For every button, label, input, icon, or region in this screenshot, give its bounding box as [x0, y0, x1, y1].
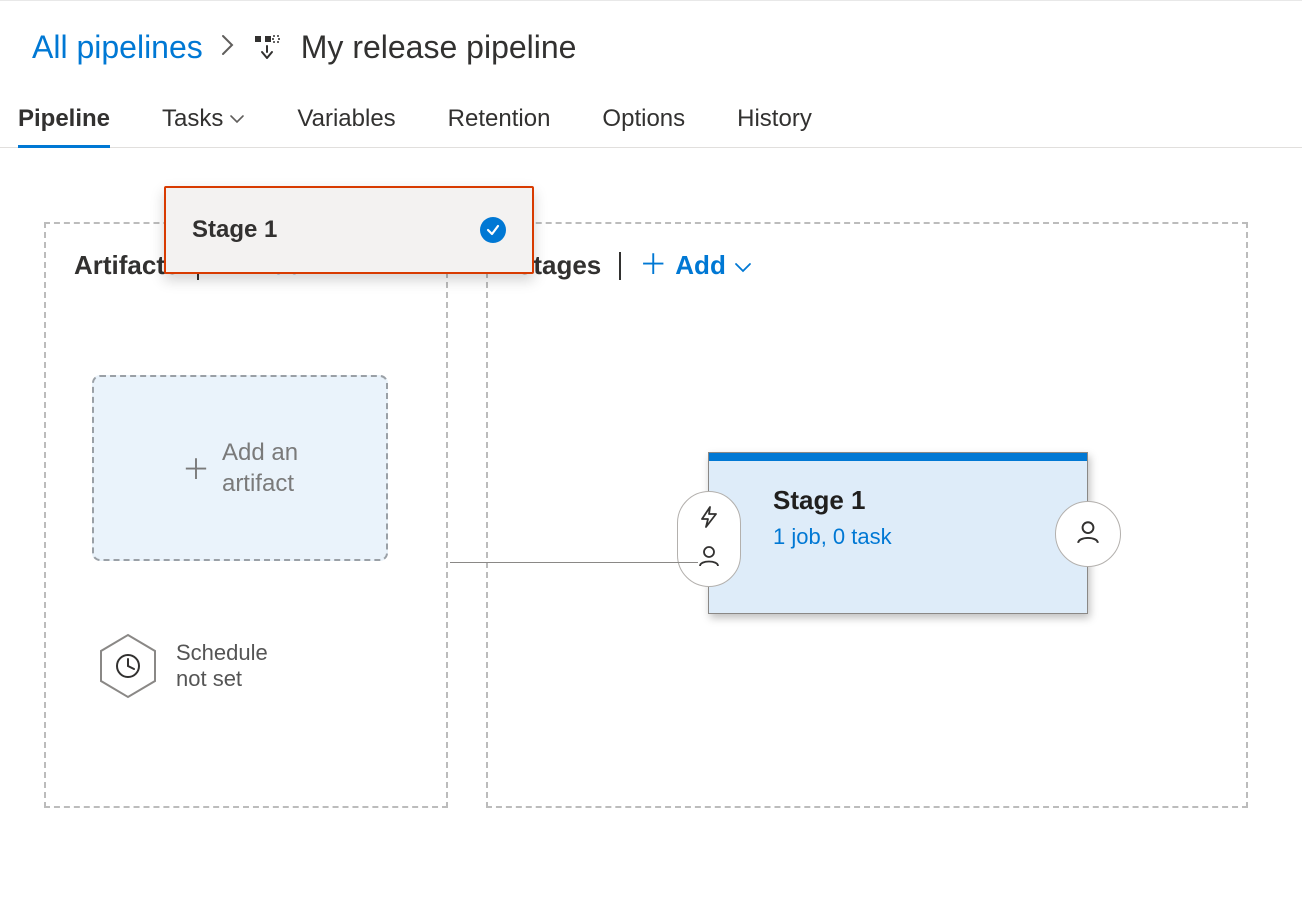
breadcrumb: All pipelines My release pipeline	[0, 0, 1302, 90]
tab-tasks[interactable]: Tasks	[162, 90, 245, 147]
tasks-dropdown-stage-label: Stage 1	[192, 216, 277, 244]
add-stage-link[interactable]: ＋ Add	[639, 250, 752, 281]
stages-panel: Stages ＋ Add Stage 1 1 job, 0 task	[486, 222, 1248, 808]
tab-variables[interactable]: Variables	[297, 90, 395, 147]
stage-card[interactable]: Stage 1 1 job, 0 task	[708, 452, 1088, 614]
page-title: My release pipeline	[301, 29, 577, 66]
person-icon	[1075, 519, 1101, 550]
connector-line	[450, 562, 698, 563]
add-stage-label: Add	[675, 250, 726, 281]
schedule-line2: not set	[176, 666, 268, 692]
tab-history[interactable]: History	[737, 90, 812, 147]
tab-pipeline[interactable]: Pipeline	[18, 90, 110, 147]
add-artifact-text: Add an artifact	[222, 437, 298, 499]
stage-name: Stage 1	[773, 485, 1063, 516]
checkmark-circle-icon	[480, 217, 506, 243]
pre-deployment-conditions-button[interactable]	[677, 491, 741, 587]
chevron-right-icon	[221, 34, 235, 62]
release-pipeline-icon	[253, 34, 281, 62]
tab-tasks-label: Tasks	[162, 105, 223, 133]
add-artifact-line2: artifact	[222, 468, 298, 499]
plus-icon: ＋	[639, 257, 667, 274]
plus-icon: ＋	[182, 448, 210, 488]
post-deployment-conditions-button[interactable]	[1055, 501, 1121, 567]
tab-bar: Pipeline Tasks Variables Retention Optio…	[0, 90, 1302, 148]
stage-tasks-link[interactable]: 1 job, 0 task	[773, 524, 1063, 550]
tasks-dropdown-item[interactable]: Stage 1	[164, 186, 534, 274]
breadcrumb-root-link[interactable]: All pipelines	[32, 29, 203, 66]
tab-options[interactable]: Options	[602, 90, 685, 147]
schedule-line1: Schedule	[176, 640, 268, 666]
tab-retention[interactable]: Retention	[448, 90, 551, 147]
stage-accent-bar	[709, 453, 1087, 461]
person-icon	[697, 544, 721, 573]
hexagon-clock-icon	[98, 633, 158, 699]
trigger-icon	[697, 505, 721, 534]
schedule-text: Schedule not set	[176, 640, 268, 692]
stages-panel-header: Stages ＋ Add	[516, 250, 1218, 281]
add-artifact-card[interactable]: ＋ Add an artifact	[92, 375, 388, 561]
chevron-down-icon	[734, 250, 752, 281]
artifacts-panel: Artifacts ＋ Add ＋ Add an artifact	[44, 222, 448, 808]
schedule-button[interactable]: Schedule not set	[98, 633, 418, 699]
header-divider	[619, 252, 621, 280]
chevron-down-icon	[229, 111, 245, 127]
add-artifact-line1: Add an	[222, 437, 298, 468]
